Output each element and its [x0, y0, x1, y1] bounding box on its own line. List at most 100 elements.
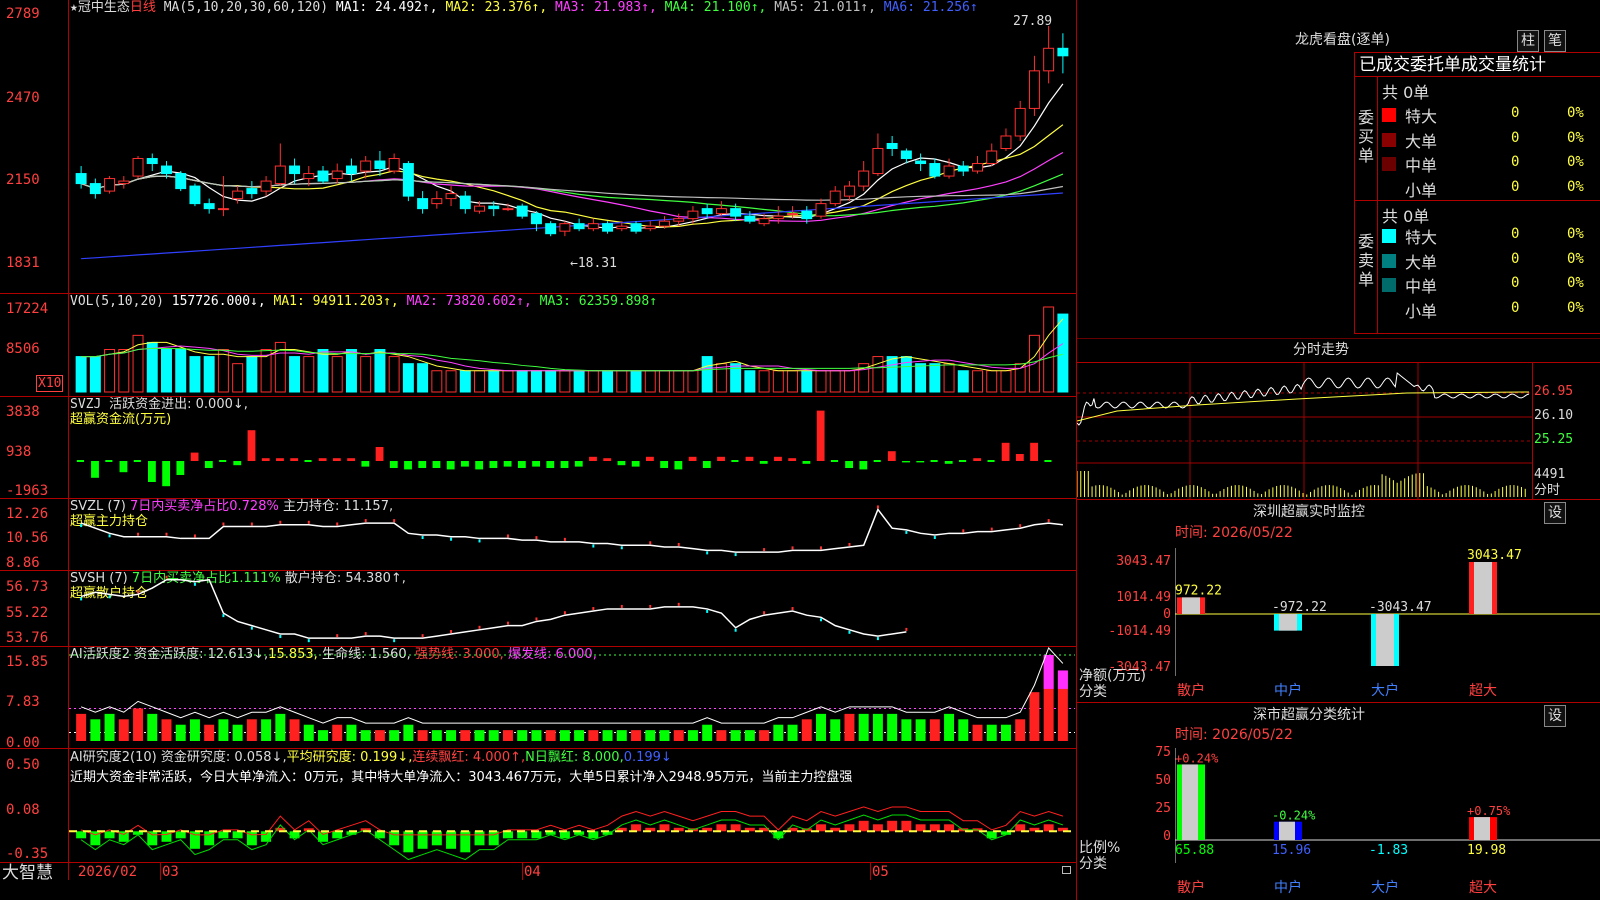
tab-bar-view[interactable]: 柱 — [1517, 30, 1539, 52]
price-legend: ★冠中生态日线 MA(5,10,20,30,60,120) MA1: 24.49… — [70, 0, 978, 16]
flow-bar — [1001, 442, 1010, 461]
flow-bar — [887, 451, 896, 461]
svzj-chart[interactable] — [69, 397, 1075, 497]
class-bar-chart[interactable]: +0.24% 65.88 -0.24% 15.96 -1.83 +0.75% 19.98 — [1175, 748, 1600, 863]
indicator-tick — [279, 634, 282, 638]
candle-body — [829, 190, 841, 205]
candle-body — [417, 198, 429, 210]
active-bar — [332, 724, 343, 741]
active-bar — [446, 730, 457, 741]
class-bar-shine — [1182, 764, 1198, 840]
main-chart-area[interactable]: ★冠中生态日线 MA(5,10,20,30,60,120) MA1: 24.49… — [0, 0, 1077, 900]
volume-bar — [474, 370, 485, 393]
candle-body — [132, 158, 144, 177]
row-swatch — [1382, 229, 1396, 243]
ai-research-chart[interactable] — [69, 790, 1075, 861]
flow-bar — [802, 461, 811, 464]
lock-icon[interactable] — [1062, 866, 1071, 874]
ai-active-chart[interactable] — [69, 647, 1075, 747]
indicator-tick — [791, 546, 794, 550]
research-bar — [716, 824, 727, 832]
candle-body — [900, 150, 912, 160]
monitor-bottom-sep — [1077, 702, 1600, 703]
volume-bar — [289, 356, 301, 393]
volume-bar — [687, 370, 699, 393]
row-percent: 0% — [1567, 250, 1584, 267]
flow-bar — [617, 461, 626, 466]
flow-bar — [987, 460, 995, 462]
svsh-axis-label: 53.76 — [6, 630, 49, 646]
active-bar — [133, 708, 144, 741]
candle-body — [886, 142, 898, 150]
active-bar — [175, 724, 186, 741]
indicator-tick — [933, 536, 936, 540]
legend-item: MA(5,10,20,30,60,120) — [163, 0, 336, 15]
flow-bar — [176, 461, 185, 475]
candlestick-chart[interactable] — [69, 16, 1075, 292]
active-bar — [517, 730, 528, 741]
active-bar — [659, 730, 670, 741]
sell-side-label: 委卖单 — [1358, 232, 1375, 289]
class-settings-button[interactable]: 设 — [1544, 705, 1566, 727]
class-value-label: 19.98 — [1467, 843, 1506, 858]
svsh-chart[interactable] — [69, 571, 1075, 645]
intraday-axis-label: 26.10 — [1534, 408, 1574, 423]
monitor-settings-button[interactable]: 设 — [1544, 502, 1566, 524]
monitor-bar-chart[interactable]: 972.22 -972.22 -3043.47 3043.47 — [1175, 548, 1600, 676]
volume-chart[interactable] — [69, 300, 1075, 395]
research-bar — [232, 831, 243, 839]
indicator-tick — [450, 537, 453, 541]
candle-body — [772, 215, 784, 220]
volume-bar — [303, 356, 315, 393]
volume-bar — [659, 370, 670, 393]
flow-bar — [688, 456, 697, 461]
tab-tick-view[interactable]: 笔 — [1544, 30, 1566, 52]
monitor-bar-label: 972.22 — [1175, 583, 1222, 598]
flow-bar — [603, 458, 612, 461]
ma-legend-values: MA(5,10,20,30,60,120) MA1: 24.492↑, MA2:… — [164, 0, 978, 15]
indicator-tick — [563, 537, 566, 541]
active-line — [80, 647, 1064, 724]
indicator-tick — [592, 607, 595, 611]
active-bar — [645, 730, 656, 741]
active-bar — [901, 719, 912, 741]
flow-bar — [347, 458, 356, 461]
flow-bar — [845, 461, 854, 468]
volume-bar — [559, 370, 571, 393]
intraday-chart[interactable] — [1077, 363, 1532, 499]
active-bar — [502, 730, 513, 741]
row-swatch — [1382, 157, 1396, 171]
volume-bar — [787, 370, 799, 393]
svzl-axis-label: 8.86 — [6, 555, 40, 571]
volume-bar — [616, 370, 628, 393]
class-bar-shine — [1279, 821, 1295, 840]
class-change-label: +0.75% — [1467, 804, 1511, 818]
indicator-tick — [364, 519, 367, 523]
svzl-chart[interactable] — [69, 499, 1075, 569]
indicator-tick — [307, 520, 310, 524]
research-bar — [446, 831, 457, 849]
volume-bar — [929, 363, 941, 393]
candle-body — [274, 165, 286, 185]
active-bar — [559, 730, 570, 741]
volume-bar — [488, 370, 500, 393]
volume-bar — [1057, 313, 1069, 393]
indicator-tick — [222, 614, 225, 618]
ai-research-name: AI研究度2(10) — [70, 750, 157, 765]
active-bar — [147, 713, 158, 741]
monitor-bar-label: 3043.47 — [1467, 548, 1522, 563]
class-axis-label: 75 — [1155, 745, 1171, 760]
indicator-line — [80, 507, 1063, 553]
indicator-tick — [706, 551, 709, 555]
indicator-line — [80, 578, 907, 639]
active-bar — [289, 719, 300, 741]
indicator-tick — [734, 628, 737, 632]
research-bar — [559, 831, 570, 839]
volume-bar — [673, 370, 685, 393]
indicator-tick — [478, 625, 481, 629]
flow-bar — [702, 461, 711, 468]
row-count: 0 — [1511, 105, 1520, 121]
stats-bottom-sep — [1354, 333, 1600, 334]
row-percent: 0% — [1567, 154, 1584, 170]
volume-bar — [146, 341, 158, 393]
